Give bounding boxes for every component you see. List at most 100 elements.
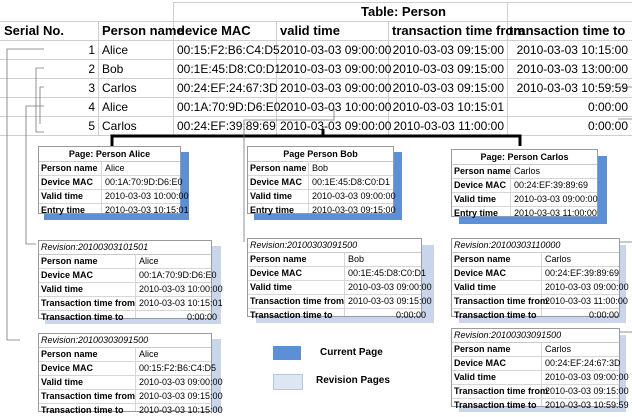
revision-title: Revision:20100303091500 bbox=[39, 334, 211, 348]
row-label: Valid time bbox=[454, 372, 497, 382]
row-value: 2010-03-03 09:00:00 bbox=[545, 282, 629, 292]
row-label: Person name bbox=[454, 166, 511, 176]
legend-current-swatch bbox=[273, 346, 301, 360]
row-label: Person name bbox=[250, 163, 307, 173]
legend-revision-label: Revision Pages bbox=[316, 375, 390, 386]
row-label: Transaction time from bbox=[41, 391, 136, 401]
revision-title: Revision:20100303091500 bbox=[452, 329, 619, 343]
page-title: Page Person Bob bbox=[248, 147, 393, 162]
row-value: 2010-03-03 10:00:00 bbox=[139, 284, 223, 294]
cell-mac: 00:15:F2:B6:C4:D5 bbox=[177, 43, 280, 57]
row-value: 00:24:EF:39:89:69 bbox=[545, 268, 620, 278]
row-value: 2010-03-03 11:00:00 bbox=[514, 208, 597, 218]
row-label: Device MAC bbox=[454, 268, 507, 278]
cell-valid: 2010-03-03 09:00:00 bbox=[280, 81, 392, 95]
row-value: 2010-03-03 09:00:00 bbox=[312, 191, 396, 201]
header-person-name: Person name bbox=[102, 23, 184, 38]
row-label: Device MAC bbox=[454, 180, 507, 190]
row-value: 0:00:00 bbox=[187, 312, 218, 322]
cell-mac: 00:24:EF:39:89:69 bbox=[177, 119, 276, 133]
cell-name: Carlos bbox=[102, 81, 137, 95]
row-value: 2010-03-03 10:15:01 bbox=[139, 298, 223, 308]
cell-from: 2010-03-03 10:15:01 bbox=[392, 100, 504, 114]
row-value: 2010-03-03 10:15:00 bbox=[139, 405, 223, 415]
row-value: 2010-03-03 09:00:00 bbox=[545, 372, 629, 382]
header-valid-time: valid time bbox=[280, 23, 340, 38]
row-label: Transaction time to bbox=[454, 310, 537, 320]
revision-title: Revision:20100303110000 bbox=[452, 239, 619, 253]
row-label: Transaction time to bbox=[454, 400, 537, 410]
row-value: 00:1E:45:D8:C0:D1 bbox=[312, 177, 391, 187]
row-label: Transaction time from bbox=[250, 296, 345, 306]
row-label: Valid time bbox=[41, 284, 84, 294]
header-transaction-from: transaction time from bbox=[392, 23, 525, 38]
row-label: Device MAC bbox=[41, 363, 94, 373]
revision-page-bob: Revision:20100303091500 Person name Bob D… bbox=[247, 238, 432, 320]
current-page-carlos: Page: Person Carlos Person name Carlos De… bbox=[451, 149, 598, 218]
revision-page-carlos-2: Revision:20100303091500 Person name Carlo… bbox=[451, 328, 629, 410]
row-value: 00:1A:70:9D:D6:E0 bbox=[139, 270, 217, 280]
cell-valid: 2010-03-03 10:00:00 bbox=[280, 100, 392, 114]
row-value: 00:15:F2:B6:C4:D5 bbox=[139, 363, 217, 373]
cell-from: 2010-03-03 11:00:00 bbox=[393, 119, 504, 133]
header-device-mac: device MAC bbox=[177, 23, 251, 38]
row-label: Device MAC bbox=[41, 177, 94, 187]
row-label: Transaction time from bbox=[41, 298, 136, 308]
row-value: Bob bbox=[348, 254, 365, 264]
row-value: 2010-03-03 09:15:00 bbox=[139, 391, 223, 401]
table-title: Table: Person bbox=[360, 4, 446, 19]
cell-from: 2010-03-03 09:15:00 bbox=[392, 81, 504, 95]
row-value: 00:1E:45:D8:C0:D1 bbox=[348, 268, 427, 278]
row-value: 00:1A:70:9D:D6:E0 bbox=[105, 177, 183, 187]
cell-serial: 5 bbox=[88, 119, 95, 133]
revision-page-alice-2: Revision:20100303091500 Person name Alice… bbox=[38, 333, 223, 415]
header-transaction-to: transaction time to bbox=[509, 23, 626, 38]
cell-serial: 3 bbox=[88, 81, 95, 95]
cell-to: 2010-03-03 10:59:59 bbox=[516, 81, 628, 95]
row-label: Device MAC bbox=[250, 177, 303, 187]
cell-serial: 2 bbox=[88, 62, 95, 76]
row-value: 0:00:00 bbox=[589, 310, 620, 320]
row-value: 2010-03-03 10:15:01 bbox=[105, 205, 189, 215]
row-label: Valid time bbox=[250, 191, 293, 201]
revision-title: Revision:20100303101501 bbox=[39, 241, 211, 255]
row-value: 2010-03-03 11:00:00 bbox=[545, 296, 628, 306]
row-label: Person name bbox=[454, 254, 511, 264]
row-value: Carlos bbox=[514, 166, 541, 176]
row-value: 2010-03-03 09:15:00 bbox=[312, 205, 396, 215]
cell-name: Alice bbox=[102, 43, 129, 57]
cell-name: Carlos bbox=[102, 119, 137, 133]
cell-to: 0:00:00 bbox=[587, 119, 628, 133]
row-value: 00:24:EF:39:89:69 bbox=[514, 180, 589, 190]
row-label: Entry time bbox=[41, 205, 86, 215]
cell-name: Bob bbox=[102, 62, 124, 76]
cell-to: 0:00:00 bbox=[587, 100, 628, 114]
row-value: 0:00:00 bbox=[396, 310, 427, 320]
cell-mac: 00:24:EF:24:67:3D bbox=[177, 81, 278, 95]
cell-serial: 4 bbox=[88, 100, 95, 114]
row-label: Transaction time to bbox=[250, 310, 333, 320]
cell-valid: 2010-03-03 09:00:00 bbox=[280, 43, 392, 57]
row-label: Valid time bbox=[454, 194, 497, 204]
row-label: Valid time bbox=[250, 282, 293, 292]
row-label: Entry time bbox=[454, 208, 499, 218]
row-value: 2010-03-03 09:00:00 bbox=[514, 194, 598, 204]
row-value: Carlos bbox=[545, 254, 572, 264]
cell-valid: 2010-03-03 09:00:00 bbox=[280, 119, 392, 133]
cell-from: 2010-03-03 09:15:00 bbox=[392, 43, 504, 57]
row-value: 2010-03-03 09:15:00 bbox=[348, 296, 432, 306]
row-label: Person name bbox=[250, 254, 307, 264]
row-value: 2010-03-03 10:00:00 bbox=[105, 191, 189, 201]
row-value: Alice bbox=[139, 349, 159, 359]
cell-serial: 1 bbox=[88, 43, 95, 57]
current-page-bob: Page Person Bob Person name Bob Device MA… bbox=[247, 146, 396, 215]
revision-page-carlos-1: Revision:20100303110000 Person name Carlo… bbox=[451, 238, 629, 320]
row-label: Transaction time to bbox=[41, 405, 124, 415]
cell-mac: 00:1A:70:9D:D6:E0 bbox=[177, 100, 281, 114]
row-value: Carlos bbox=[545, 344, 572, 354]
row-label: Entry time bbox=[250, 205, 295, 215]
row-value: 2010-03-03 09:00:00 bbox=[139, 377, 223, 387]
row-value: Bob bbox=[312, 163, 329, 173]
row-value: 00:24:EF:24:67:3D bbox=[545, 358, 621, 368]
row-value: Alice bbox=[105, 163, 125, 173]
